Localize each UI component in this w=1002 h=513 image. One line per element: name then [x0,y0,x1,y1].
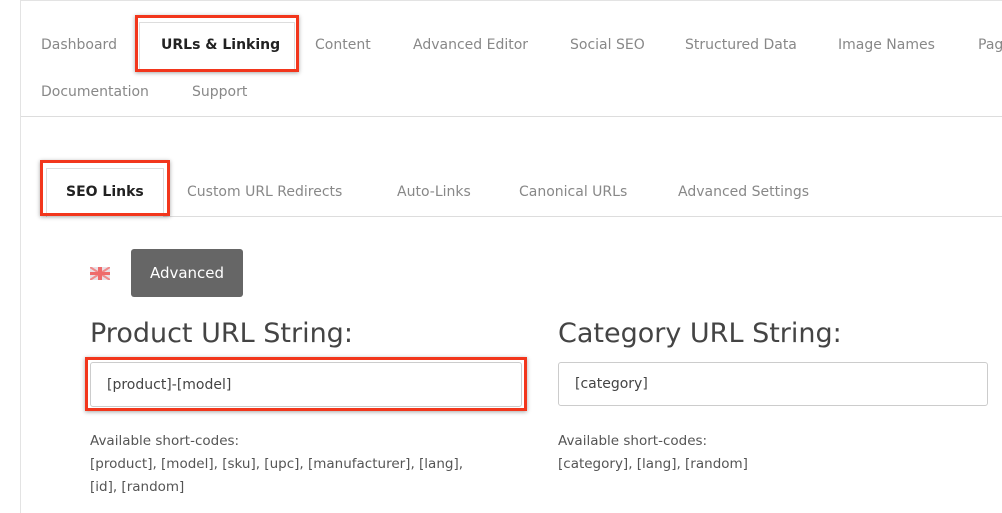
tab-structured-data[interactable]: Structured Data [685,37,797,53]
subtab-advanced-settings[interactable]: Advanced Settings [678,184,809,200]
tab-advanced-editor[interactable]: Advanced Editor [413,37,528,53]
uk-flag-icon[interactable] [90,267,110,280]
tab-content[interactable]: Content [315,37,371,53]
highlight-product-url [85,357,527,411]
sub-tabs-divider [164,216,1002,217]
product-help: Available short-codes: [product], [model… [90,430,463,499]
tab-support[interactable]: Support [192,84,247,100]
subtab-canonical-urls[interactable]: Canonical URLs [519,184,627,200]
highlight-seo-links [40,160,170,216]
product-shortcodes-line2: [id], [random] [90,479,185,495]
category-help-label: Available short-codes: [558,433,708,449]
subtab-auto-links[interactable]: Auto-Links [397,184,471,200]
tab-documentation[interactable]: Documentation [41,84,149,100]
tab-dashboard[interactable]: Dashboard [41,37,117,53]
advanced-button[interactable]: Advanced [131,249,243,297]
category-shortcodes-line1: [category], [lang], [random] [558,456,748,472]
highlight-urls-linking [135,15,299,72]
product-help-label: Available short-codes: [90,433,240,449]
category-help: Available short-codes: [category], [lang… [558,430,748,476]
main-tabs-divider [21,116,1002,117]
product-shortcodes-line1: [product], [model], [sku], [upc], [manuf… [90,456,463,472]
tab-social-seo[interactable]: Social SEO [570,37,645,53]
category-url-input[interactable]: [category] [558,362,988,406]
subtab-custom-url-redirects[interactable]: Custom URL Redirects [187,184,342,200]
tab-pages[interactable]: Pag [978,37,1002,53]
tab-image-names[interactable]: Image Names [838,37,935,53]
product-url-title: Product URL String: [90,318,353,349]
category-url-title: Category URL String: [558,318,842,349]
